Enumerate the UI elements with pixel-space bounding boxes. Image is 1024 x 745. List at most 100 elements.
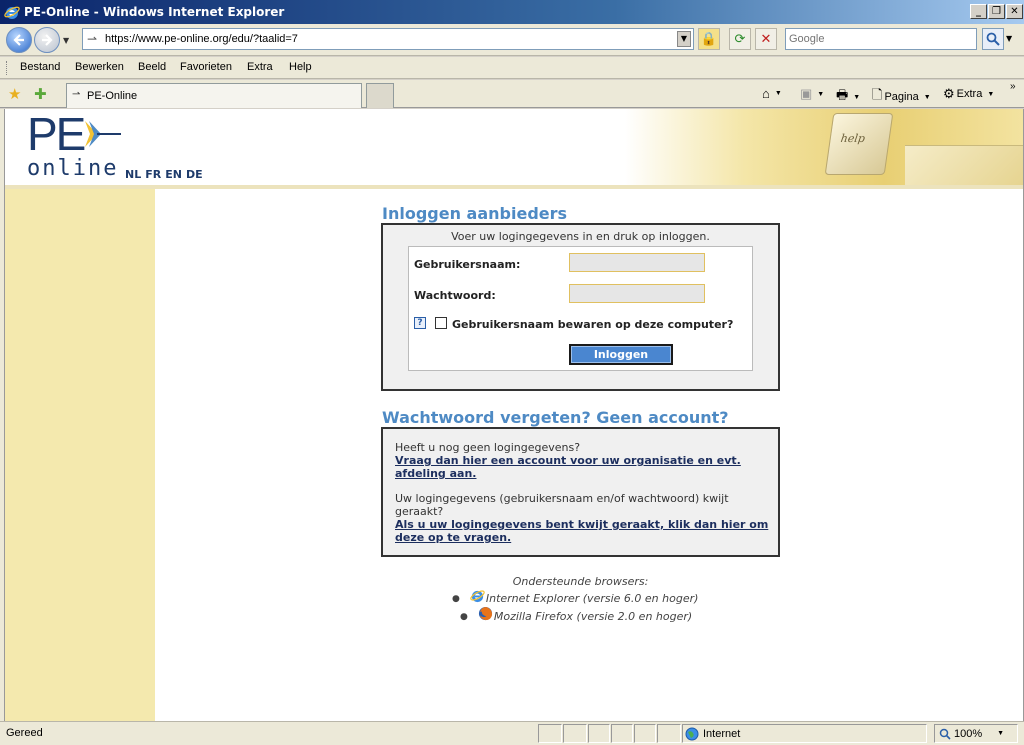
- username-label: Gebruikersnaam:: [414, 258, 521, 271]
- forgot-heading: Wachtwoord vergeten? Geen account?: [382, 408, 729, 427]
- history-dropdown-icon[interactable]: ▼: [63, 36, 69, 45]
- status-segment: [538, 724, 562, 743]
- toolbar-grip[interactable]: [6, 61, 9, 75]
- page-menu-button[interactable]: 🗋 Pagina ▼: [872, 86, 931, 108]
- gear-icon: ⚙: [943, 86, 955, 101]
- add-favorite-icon[interactable]: ✚: [34, 85, 47, 103]
- chevron-right-icon[interactable]: »: [1010, 81, 1016, 92]
- search-button[interactable]: [982, 28, 1004, 50]
- lang-nl[interactable]: NL: [125, 168, 141, 181]
- lang-fr[interactable]: FR: [145, 168, 161, 181]
- close-button[interactable]: ✕: [1006, 4, 1023, 19]
- search-icon: [986, 32, 1000, 46]
- stop-icon[interactable]: ✕: [755, 28, 777, 50]
- logo-arrow-icon: [85, 121, 121, 147]
- lang-de[interactable]: DE: [186, 168, 203, 181]
- arrow-right-icon: [42, 34, 53, 46]
- security-zone[interactable]: Internet: [682, 724, 927, 743]
- password-field[interactable]: [569, 284, 705, 303]
- lock-icon[interactable]: 🔒: [698, 28, 720, 50]
- address-url[interactable]: https://www.pe-online.org/edu/?taalid=7: [105, 33, 298, 45]
- address-dropdown-icon[interactable]: ▼: [677, 31, 691, 47]
- remember-username-label[interactable]: Gebruikersnaam bewaren op deze computer?: [452, 318, 733, 331]
- password-label: Wachtwoord:: [414, 289, 496, 302]
- feeds-button[interactable]: ▣ ▼: [800, 86, 824, 102]
- favorites-star-icon[interactable]: ★: [8, 85, 21, 103]
- page-menu-label: Pagina: [884, 91, 919, 103]
- zoom-level: 100%: [954, 727, 983, 740]
- printer-icon: 🖶: [836, 87, 849, 102]
- menu-help[interactable]: Help: [289, 61, 312, 73]
- print-button[interactable]: 🖶 ▼: [836, 86, 860, 108]
- forgot-panel: Heeft u nog geen logingegevens? Vraag da…: [381, 427, 780, 557]
- status-segment: [588, 724, 610, 743]
- help-icon[interactable]: ?: [414, 317, 426, 329]
- browser-name-ie: Internet Explorer (versie 6.0 en hoger): [485, 592, 699, 605]
- refresh-icon[interactable]: ⟳: [729, 28, 751, 50]
- home-button[interactable]: ⌂ ▼: [762, 86, 782, 101]
- zoom-icon: [939, 728, 951, 740]
- lang-en[interactable]: EN: [165, 168, 182, 181]
- supported-browsers: Ondersteunde browsers:: [381, 575, 780, 588]
- window-title: PE-Online - Windows Internet Explorer: [24, 5, 285, 19]
- page-icon: ⇀: [87, 32, 98, 46]
- new-tab-button[interactable]: [366, 83, 394, 108]
- menu-favorieten[interactable]: Favorieten: [180, 61, 232, 73]
- zoom-control[interactable]: 100% ▼: [934, 724, 1018, 743]
- maximize-button[interactable]: ❐: [988, 4, 1005, 19]
- lost-credentials-text: Uw logingegevens (gebruikersnaam en/of w…: [395, 492, 729, 518]
- header-divider: [5, 185, 1023, 189]
- ie-icon: [470, 590, 485, 603]
- address-bar[interactable]: ⇀ https://www.pe-online.org/edu/?taalid=…: [82, 28, 694, 50]
- home-icon: ⌂: [762, 86, 770, 101]
- username-field[interactable]: [569, 253, 705, 272]
- page-icon: ⇀: [72, 89, 81, 100]
- browser-item-ie: ● Internet Explorer (versie 6.0 en hoger…: [452, 590, 699, 606]
- login-form: Gebruikersnaam: Wachtwoord: ? Gebruikers…: [408, 246, 753, 371]
- tab-pe-online[interactable]: ⇀ PE-Online: [66, 83, 362, 108]
- firefox-icon: [478, 606, 492, 621]
- menu-extra[interactable]: Extra: [247, 61, 273, 73]
- ie-icon: [4, 6, 20, 19]
- back-button[interactable]: [6, 27, 32, 53]
- zone-label: Internet: [703, 727, 741, 740]
- no-account-text: Heeft u nog geen logingegevens?: [395, 441, 581, 454]
- globe-icon: [685, 727, 699, 740]
- tools-menu-button[interactable]: ⚙ Extra ▼: [943, 86, 994, 102]
- password-input[interactable]: [570, 285, 704, 302]
- supported-browsers-header: Ondersteunde browsers:: [512, 575, 649, 588]
- request-account-link[interactable]: Vraag dan hier een account voor uw organ…: [395, 454, 770, 480]
- menu-bar: Bestand Bewerken Beeld Favorieten Extra …: [0, 57, 1024, 79]
- login-panel: Voer uw logingegevens in en druk op inlo…: [381, 223, 780, 391]
- address-toolbar: ▼ ⇀ https://www.pe-online.org/edu/?taali…: [0, 24, 1024, 56]
- status-segment: [657, 724, 681, 743]
- bullet: ●: [452, 593, 460, 604]
- browser-name-firefox: Mozilla Firefox (versie 2.0 en hoger): [493, 610, 693, 623]
- menu-bewerken[interactable]: Bewerken: [75, 61, 124, 73]
- status-bar: Gereed Internet 100% ▼: [0, 721, 1024, 745]
- logo-pe: PE: [27, 109, 86, 160]
- retrieve-credentials-link[interactable]: Als u uw logingegevens bent kwijt geraak…: [395, 518, 770, 544]
- minimize-button[interactable]: _: [970, 4, 987, 19]
- zoom-dropdown-icon[interactable]: ▼: [997, 730, 1004, 737]
- menu-bestand[interactable]: Bestand: [20, 61, 60, 73]
- login-heading: Inloggen aanbieders: [382, 204, 568, 223]
- tab-bar: ★ ✚ ⇀ PE-Online ⌂ ▼ ▣ ▼ 🖶 ▼ 🗋 Pagina ▼ ⚙ Ext…: [0, 80, 1024, 108]
- login-button[interactable]: Inloggen: [569, 344, 673, 365]
- language-selector: NL FR EN DE: [125, 168, 203, 181]
- forward-button[interactable]: [34, 27, 60, 53]
- status-segment: [634, 724, 656, 743]
- window-titlebar: PE-Online - Windows Internet Explorer _ …: [0, 0, 1024, 24]
- bullet: ●: [460, 611, 468, 622]
- search-input[interactable]: [786, 29, 976, 49]
- search-options-dropdown-icon[interactable]: ▼: [1006, 34, 1012, 43]
- status-segment: [563, 724, 587, 743]
- menu-beeld[interactable]: Beeld: [138, 61, 166, 73]
- site-header: help PE online NL FR EN DE: [5, 109, 1023, 186]
- remember-username-checkbox[interactable]: [435, 317, 447, 329]
- search-box[interactable]: [785, 28, 977, 50]
- username-input[interactable]: [570, 254, 704, 271]
- keyboard-image: [905, 145, 1023, 185]
- page-icon: 🗋: [872, 87, 883, 102]
- browser-item-firefox: ● Mozilla Firefox (versie 2.0 en hoger): [460, 606, 693, 624]
